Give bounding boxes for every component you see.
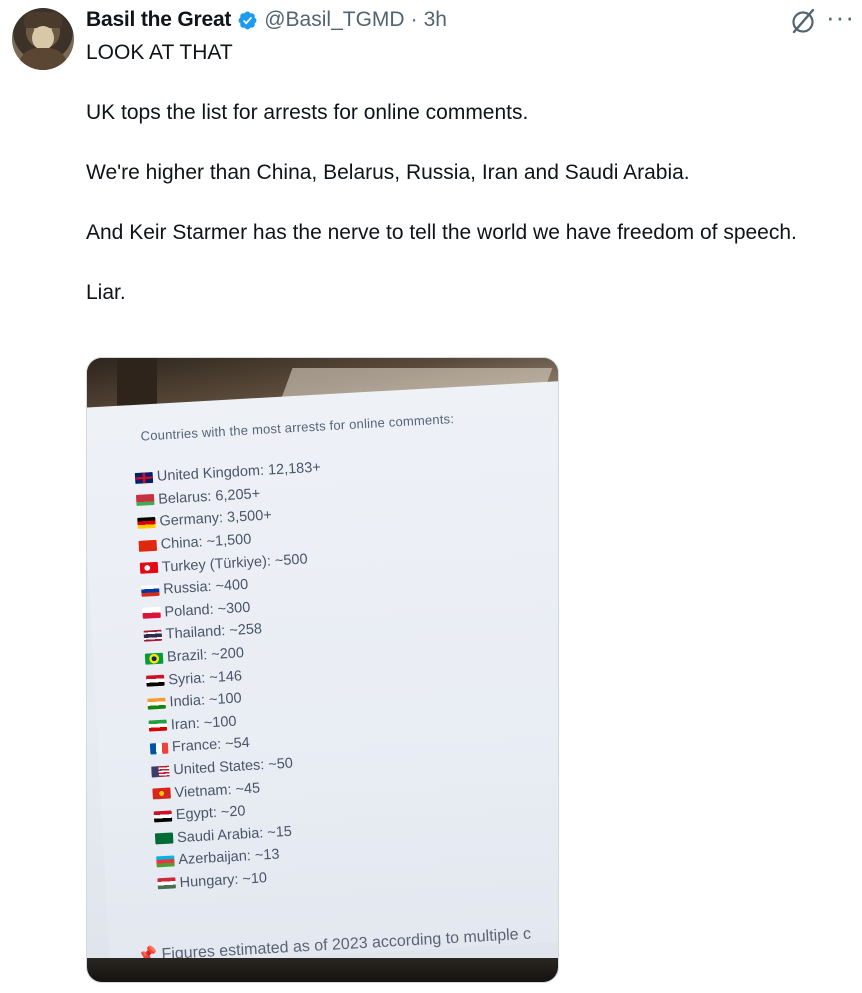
iran-flag-icon — [148, 719, 168, 732]
thailand-flag-icon — [143, 629, 163, 642]
saudi-flag-icon — [154, 832, 174, 845]
slide-row-text: Saudi Arabia: ~15 — [176, 823, 293, 846]
vietnam-flag-icon — [152, 787, 171, 800]
poland-flag-icon — [142, 607, 161, 620]
germany-flag-icon — [137, 516, 156, 529]
tweet-text: LOOK AT THAT UK tops the list for arrest… — [86, 38, 826, 308]
avatar[interactable] — [12, 8, 74, 70]
slide-row-text: Iran: ~100 — [170, 713, 237, 734]
verified-badge-icon[interactable] — [237, 10, 258, 31]
syria-flag-icon — [146, 674, 165, 687]
projector-screen: Countries with the most arrests for onli… — [87, 380, 558, 968]
azerbaijan-flag-icon — [156, 855, 175, 868]
slide-row-text: Azerbaijan: ~13 — [177, 846, 280, 869]
display-name[interactable]: Basil the Great — [86, 8, 231, 32]
slide-country-list: United Kingdom: 12,183+ Belarus: 6,205+ Ge… — [134, 457, 344, 896]
france-flag-icon — [149, 742, 169, 755]
avatar-coat — [18, 48, 68, 70]
tweet-paragraph: Liar. — [86, 281, 126, 304]
avatar-face — [32, 26, 54, 50]
header-separator: · — [410, 8, 418, 31]
grok-icon[interactable] — [788, 6, 818, 36]
tweet-paragraph: LOOK AT THAT — [86, 41, 233, 64]
slide-row-text: Vietnam: ~45 — [174, 780, 261, 801]
belarus-flag-icon — [135, 494, 155, 507]
slide-title: Countries with the most arrests for onli… — [140, 411, 455, 444]
russia-flag-icon — [141, 584, 160, 597]
slide-row-text: Germany: 3,500+ — [159, 507, 273, 531]
more-icon[interactable]: ··· — [826, 4, 860, 34]
tweet-timestamp[interactable]: 3h — [424, 8, 447, 32]
hungary-flag-icon — [157, 877, 176, 890]
author-handle[interactable]: @Basil_TGMD — [264, 8, 404, 32]
photo-floor — [87, 958, 558, 982]
slide-row-text: India: ~100 — [169, 690, 243, 711]
tweet-media-photo[interactable]: Countries with the most arrests for onli… — [86, 357, 559, 983]
slide-row-text: Brazil: ~200 — [166, 645, 245, 666]
usa-flag-icon — [151, 765, 170, 778]
uk-flag-icon — [134, 471, 154, 484]
slide-row-text: Egypt: ~20 — [175, 803, 246, 824]
tweet-header: Basil the Great @Basil_TGMD · 3h — [86, 5, 447, 35]
slide-row-text: Hungary: ~10 — [179, 870, 268, 892]
slide-row-text: Thailand: ~258 — [165, 621, 263, 643]
slide-row-text: Syria: ~146 — [167, 667, 243, 689]
slide-row-text: China: ~1,500 — [160, 531, 252, 553]
slide-row-text: France: ~54 — [171, 735, 251, 756]
tweet-paragraph: And Keir Starmer has the nerve to tell t… — [86, 221, 797, 244]
china-flag-icon — [138, 539, 158, 552]
slide-row-text: Belarus: 6,205+ — [157, 485, 261, 508]
turkey-flag-icon — [139, 562, 159, 575]
egypt-flag-icon — [153, 810, 173, 823]
slide-row-text: Russia: ~400 — [162, 577, 249, 598]
brazil-flag-icon — [144, 652, 164, 665]
tweet-paragraph: We're higher than China, Belarus, Russia… — [86, 161, 690, 184]
tweet-paragraph: UK tops the list for arrests for online … — [86, 101, 529, 124]
india-flag-icon — [147, 697, 166, 710]
slide-row-text: Poland: ~300 — [164, 599, 251, 621]
